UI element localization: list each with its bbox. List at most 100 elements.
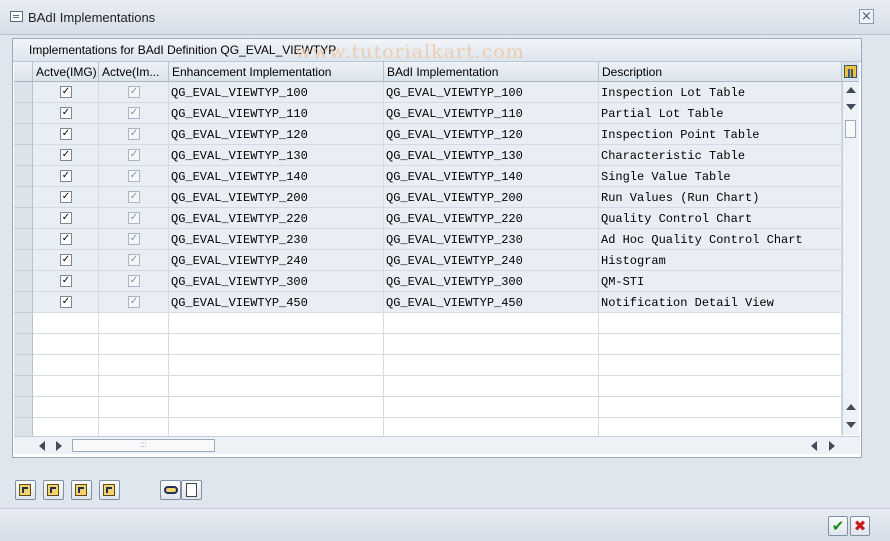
- active-img-checkbox[interactable]: ✓: [60, 275, 72, 287]
- badi-cell: QG_EVAL_VIEWTYP_120: [384, 124, 599, 145]
- scroll-far-left-icon[interactable]: [811, 441, 817, 451]
- active-img-cell: ✓: [33, 124, 99, 145]
- row-selector[interactable]: [14, 292, 33, 313]
- empty-table-row[interactable]: [14, 376, 842, 397]
- find-icon: [164, 486, 178, 494]
- collapse-button[interactable]: [99, 480, 120, 500]
- description-cell: Quality Control Chart: [599, 208, 842, 229]
- scroll-page-down-icon[interactable]: [846, 422, 856, 428]
- row-selector[interactable]: [14, 145, 33, 166]
- new-document-button[interactable]: [181, 480, 202, 500]
- find-button[interactable]: [160, 480, 181, 500]
- active-impl-cell: [99, 355, 169, 376]
- enhancement-cell: QG_EVAL_VIEWTYP_450: [169, 292, 384, 313]
- scroll-up-icon[interactable]: [846, 87, 856, 93]
- panel-caption-text: Implementations for BAdI Definition QG_E…: [29, 43, 337, 57]
- active-img-checkbox[interactable]: ✓: [60, 212, 72, 224]
- badi-cell: QG_EVAL_VIEWTYP_140: [384, 166, 599, 187]
- table-row[interactable]: ✓ ✓ QG_EVAL_VIEWTYP_130 QG_EVAL_VIEWTYP_130…: [14, 145, 842, 166]
- row-selector[interactable]: [14, 334, 33, 355]
- row-selector[interactable]: [14, 397, 33, 418]
- enhancement-cell: QG_EVAL_VIEWTYP_300: [169, 271, 384, 292]
- enhancement-cell: [169, 397, 384, 418]
- scroll-far-right-icon[interactable]: [829, 441, 835, 451]
- row-selector[interactable]: [14, 187, 33, 208]
- active-img-checkbox[interactable]: ✓: [60, 128, 72, 140]
- deselect-all-button[interactable]: [43, 480, 64, 500]
- column-header-active-img[interactable]: Actve(IMG): [33, 62, 99, 82]
- badi-cell: [384, 313, 599, 334]
- empty-table-row[interactable]: [14, 355, 842, 376]
- row-selector[interactable]: [14, 250, 33, 271]
- badi-cell: [384, 376, 599, 397]
- cancel-button[interactable]: ✖: [850, 516, 870, 536]
- horizontal-scrollbar[interactable]: :::: [14, 436, 860, 454]
- table-row[interactable]: ✓ ✓ QG_EVAL_VIEWTYP_230 QG_EVAL_VIEWTYP_230…: [14, 229, 842, 250]
- select-all-button[interactable]: [15, 480, 36, 500]
- description-cell: [599, 313, 842, 334]
- table-row[interactable]: ✓ ✓ QG_EVAL_VIEWTYP_140 QG_EVAL_VIEWTYP_140…: [14, 166, 842, 187]
- row-selector[interactable]: [14, 313, 33, 334]
- active-img-checkbox[interactable]: ✓: [60, 170, 72, 182]
- row-selector[interactable]: [14, 376, 33, 397]
- close-icon[interactable]: ×: [859, 9, 874, 24]
- row-selector[interactable]: [14, 271, 33, 292]
- vertical-scrollbar[interactable]: [842, 82, 859, 435]
- row-selector[interactable]: [14, 208, 33, 229]
- row-selector[interactable]: [14, 355, 33, 376]
- active-img-checkbox[interactable]: ✓: [60, 254, 72, 266]
- row-selector[interactable]: [14, 82, 33, 103]
- description-cell: [599, 334, 842, 355]
- column-header-active-impl[interactable]: Actve(Im...: [99, 62, 169, 82]
- row-selector[interactable]: [14, 124, 33, 145]
- panel-caption: Implementations for BAdI Definition QG_E…: [13, 39, 861, 63]
- active-img-checkbox[interactable]: ✓: [60, 149, 72, 161]
- table-row[interactable]: ✓ ✓ QG_EVAL_VIEWTYP_220 QG_EVAL_VIEWTYP_220…: [14, 208, 842, 229]
- row-selector-header[interactable]: [14, 62, 33, 82]
- active-img-checkbox[interactable]: ✓: [60, 191, 72, 203]
- table-row[interactable]: ✓ ✓ QG_EVAL_VIEWTYP_110 QG_EVAL_VIEWTYP_110…: [14, 103, 842, 124]
- row-selector[interactable]: [14, 166, 33, 187]
- row-selector[interactable]: [14, 229, 33, 250]
- horizontal-scroll-thumb[interactable]: :::: [72, 439, 215, 452]
- empty-table-row[interactable]: [14, 334, 842, 355]
- description-cell: Partial Lot Table: [599, 103, 842, 124]
- description-cell: Characteristic Table: [599, 145, 842, 166]
- badi-cell: QG_EVAL_VIEWTYP_240: [384, 250, 599, 271]
- scroll-left-icon[interactable]: [39, 441, 45, 451]
- badi-cell: QG_EVAL_VIEWTYP_130: [384, 145, 599, 166]
- vertical-scroll-thumb[interactable]: [845, 120, 856, 138]
- active-impl-checkbox: ✓: [128, 128, 140, 140]
- empty-table-row[interactable]: [14, 397, 842, 418]
- table-row[interactable]: ✓ ✓ QG_EVAL_VIEWTYP_100 QG_EVAL_VIEWTYP_100…: [14, 82, 842, 103]
- table-row[interactable]: ✓ ✓ QG_EVAL_VIEWTYP_120 QG_EVAL_VIEWTYP_120…: [14, 124, 842, 145]
- table-row[interactable]: ✓ ✓ QG_EVAL_VIEWTYP_200 QG_EVAL_VIEWTYP_200…: [14, 187, 842, 208]
- active-img-checkbox[interactable]: ✓: [60, 296, 72, 308]
- column-settings-button[interactable]: [842, 62, 859, 82]
- active-impl-cell: ✓: [99, 82, 169, 103]
- ok-button[interactable]: ✔: [828, 516, 848, 536]
- active-img-checkbox[interactable]: ✓: [60, 86, 72, 98]
- description-cell: Single Value Table: [599, 166, 842, 187]
- column-header-badi[interactable]: BAdI Implementation: [384, 62, 599, 82]
- active-impl-cell: ✓: [99, 166, 169, 187]
- active-impl-cell: [99, 313, 169, 334]
- scroll-right-icon[interactable]: [56, 441, 62, 451]
- description-cell: [599, 397, 842, 418]
- active-impl-checkbox: ✓: [128, 275, 140, 287]
- table-row[interactable]: ✓ ✓ QG_EVAL_VIEWTYP_450 QG_EVAL_VIEWTYP_450…: [14, 292, 842, 313]
- column-header-description[interactable]: Description: [599, 62, 842, 82]
- table-row[interactable]: ✓ ✓ QG_EVAL_VIEWTYP_300 QG_EVAL_VIEWTYP_300…: [14, 271, 842, 292]
- table-row[interactable]: ✓ ✓ QG_EVAL_VIEWTYP_240 QG_EVAL_VIEWTYP_240…: [14, 250, 842, 271]
- scroll-down-icon[interactable]: [846, 104, 856, 110]
- enhancement-cell: [169, 334, 384, 355]
- column-header-enhancement[interactable]: Enhancement Implementation: [169, 62, 384, 82]
- active-img-cell: ✓: [33, 229, 99, 250]
- active-img-checkbox[interactable]: ✓: [60, 107, 72, 119]
- row-selector[interactable]: [14, 103, 33, 124]
- empty-table-row[interactable]: [14, 313, 842, 334]
- active-img-checkbox[interactable]: ✓: [60, 233, 72, 245]
- scroll-page-up-icon[interactable]: [846, 404, 856, 410]
- window-title: BAdI Implementations: [28, 10, 156, 25]
- expand-button[interactable]: [71, 480, 92, 500]
